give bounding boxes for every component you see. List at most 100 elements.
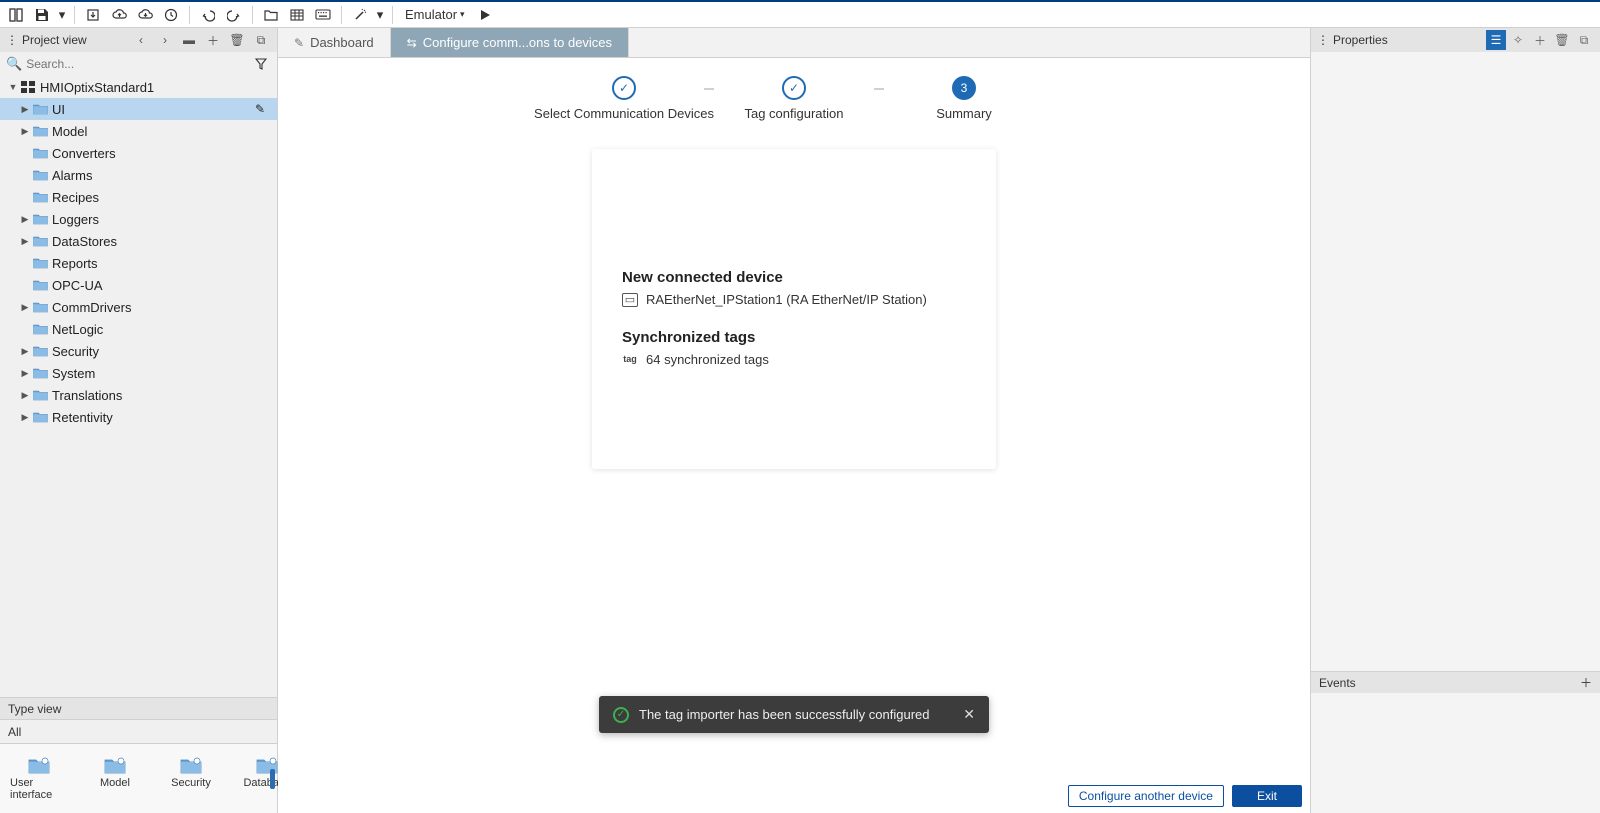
layout-icon[interactable] [4,4,28,26]
nav-forward-icon[interactable]: › [155,30,175,50]
editor-tabs: ✎ Dashboard ⇆ Configure comm...ons to de… [278,28,1310,58]
tab-dashboard[interactable]: ✎ Dashboard [278,28,391,57]
save-dropdown-icon[interactable]: ▾ [56,4,68,26]
folder-icon [32,388,48,402]
tree-item-model[interactable]: ▶Model [0,120,277,142]
cloud-up-icon[interactable] [107,4,131,26]
step-2: ✓ Tag configuration [714,76,874,121]
tree-item-translations[interactable]: ▶Translations [0,384,277,406]
tree-item-ui[interactable]: ▶UI✎ [0,98,277,120]
folder-icon [32,146,48,160]
folder-icon [32,190,48,204]
history-icon[interactable] [159,4,183,26]
success-icon: ✓ [613,707,629,723]
exit-button[interactable]: Exit [1232,785,1302,807]
close-icon[interactable]: ✕ [963,706,975,723]
nav-back-icon[interactable]: ‹ [131,30,151,50]
tree-item-opc-ua[interactable]: ▶OPC-UA [0,274,277,296]
dashboard-icon: ✎ [294,36,304,50]
properties-header: ⋮Properties ☰ ✧ ＋ 🗑 ⧉ [1311,28,1600,52]
configure-another-button[interactable]: Configure another device [1068,785,1224,807]
folder-icon [32,322,48,336]
tree-item-converters[interactable]: ▶Converters [0,142,277,164]
tree-item-datastores[interactable]: ▶DataStores [0,230,277,252]
drag-handle-icon[interactable]: ⋮ [1317,33,1329,47]
props-view-icon[interactable]: ☰ [1486,30,1506,50]
caret-icon[interactable]: ▶ [18,346,32,357]
tree-item-commdrivers[interactable]: ▶CommDrivers [0,296,277,318]
type-item-user-interface[interactable]: User interface [10,757,68,801]
wizard-footer: Configure another device Exit [1068,785,1302,807]
caret-icon[interactable]: ▶ [18,236,32,247]
toast-message: The tag importer has been successfully c… [639,707,930,722]
add-icon[interactable]: ＋ [203,30,223,50]
folder-icon [32,366,48,380]
toast: ✓ The tag importer has been successfully… [599,696,989,733]
tree-item-retentivity[interactable]: ▶Retentivity [0,406,277,428]
caret-icon[interactable]: ▶ [18,104,32,115]
props-wand-icon[interactable]: ✧ [1508,30,1528,50]
type-view-tab[interactable]: All [0,719,277,743]
drag-handle-icon[interactable]: ⋮ [6,33,18,47]
caret-icon[interactable]: ▶ [18,214,32,225]
folder-icon [32,168,48,182]
emulator-dropdown[interactable]: Emulator ▾ [399,4,471,26]
redo-icon[interactable] [222,4,246,26]
wand-dropdown-icon[interactable]: ▾ [374,4,386,26]
step-number: 3 [952,76,976,100]
folder-icon [180,757,202,774]
import-icon[interactable] [81,4,105,26]
folder-icon [32,410,48,424]
tree-item-recipes[interactable]: ▶Recipes [0,186,277,208]
events-add-icon[interactable]: ＋ [1580,674,1592,691]
tree-item-system[interactable]: ▶System [0,362,277,384]
save-icon[interactable] [30,4,54,26]
device-title: New connected device [622,269,966,286]
caret-icon[interactable]: ▶ [18,126,32,137]
type-item-model[interactable]: Model [86,757,144,801]
wizard-steps: ✓ Select Communication Devices ✓ Tag con… [544,76,1044,121]
properties-panel: ⋮Properties ☰ ✧ ＋ 🗑 ⧉ Events ＋ [1310,28,1600,813]
summary-card: New connected device ▭ RAEtherNet_IPStat… [592,149,996,469]
tree-item-alarms[interactable]: ▶Alarms [0,164,277,186]
wand-icon[interactable] [348,4,372,26]
collapse-icon[interactable]: ▬ [179,30,199,50]
tree-item-netlogic[interactable]: ▶NetLogic [0,318,277,340]
cloud-down-icon[interactable] [133,4,157,26]
tree-item-loggers[interactable]: ▶Loggers [0,208,277,230]
tree-root[interactable]: ▼ HMIOptixStandard1 [0,76,277,98]
tree-item-reports[interactable]: ▶Reports [0,252,277,274]
events-header: Events ＋ [1311,671,1600,693]
wizard: ✓ Select Communication Devices ✓ Tag con… [278,58,1310,813]
step-1: ✓ Select Communication Devices [544,76,704,121]
play-icon[interactable] [473,4,497,26]
delete-icon[interactable]: 🗑 [227,30,247,50]
folder-icon [32,212,48,226]
scroll-thumb[interactable] [270,769,275,789]
table-icon[interactable] [285,4,309,26]
folder-icon [32,344,48,358]
editor-area: ✎ Dashboard ⇆ Configure comm...ons to de… [278,28,1310,813]
project-panel-header: ⋮ Project view ‹ › ▬ ＋ 🗑 ⧉ [0,28,277,52]
tag-icon: tag [622,353,638,367]
caret-icon[interactable]: ▶ [18,412,32,423]
props-popout-icon[interactable]: ⧉ [1574,30,1594,50]
props-delete-icon[interactable]: 🗑 [1552,30,1572,50]
caret-icon[interactable]: ▶ [18,390,32,401]
tree-item-security[interactable]: ▶Security [0,340,277,362]
folder-icon[interactable] [259,4,283,26]
keyboard-icon[interactable] [311,4,335,26]
caret-icon[interactable]: ▶ [18,302,32,313]
search-icon: 🔍 [6,56,22,72]
search-input[interactable] [26,57,247,71]
tab-configure-comm[interactable]: ⇆ Configure comm...ons to devices [391,28,629,57]
undo-icon[interactable] [196,4,220,26]
filter-icon[interactable] [251,54,271,74]
props-add-icon[interactable]: ＋ [1530,30,1550,50]
caret-icon[interactable]: ▶ [18,368,32,379]
type-item-security[interactable]: Security [162,757,220,801]
check-icon: ✓ [612,76,636,100]
edit-icon[interactable]: ✎ [255,102,271,116]
folder-icon [104,757,126,774]
popout-icon[interactable]: ⧉ [251,30,271,50]
